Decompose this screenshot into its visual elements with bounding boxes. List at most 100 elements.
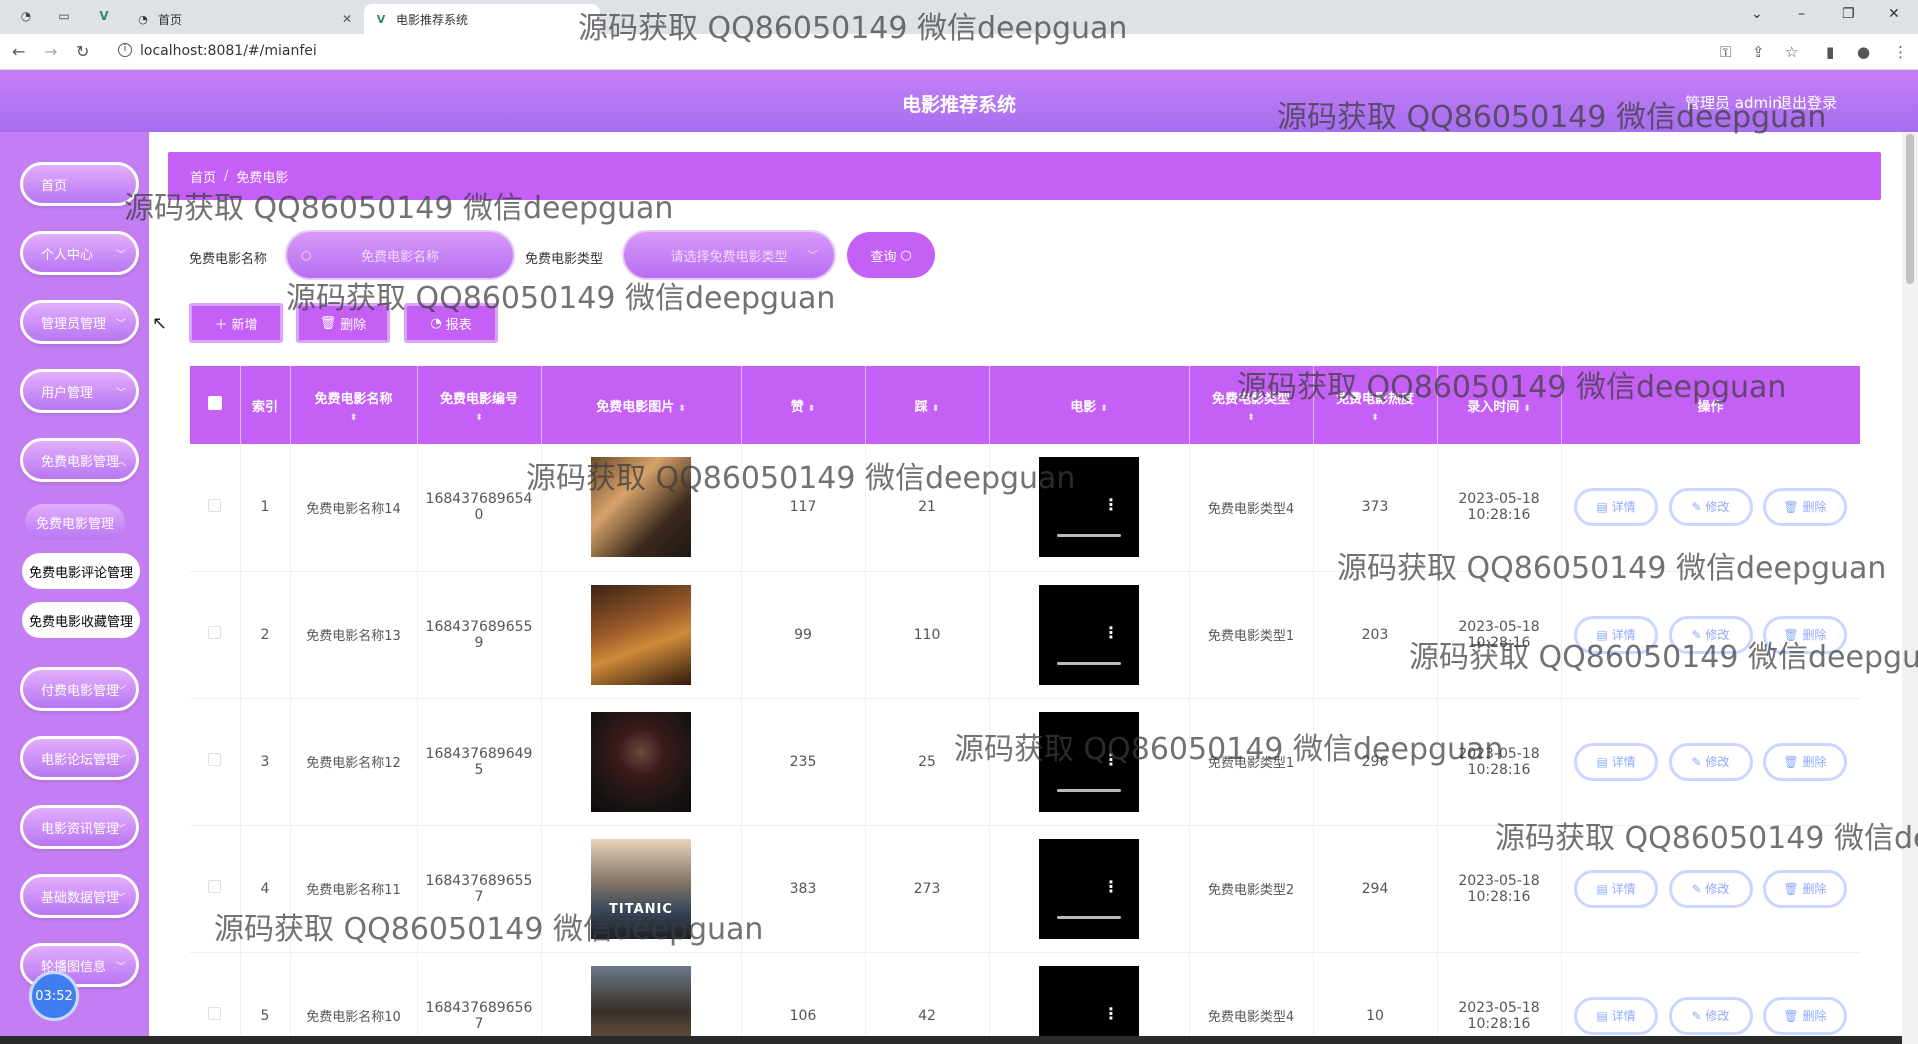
close-window-icon[interactable]: ✕ <box>1888 6 1900 22</box>
restore-icon[interactable]: ❐ <box>1842 6 1855 22</box>
forward-icon[interactable]: → <box>44 42 57 61</box>
minimize-icon[interactable]: – <box>1798 6 1805 22</box>
logout-link[interactable]: 退出登录 <box>1777 92 1837 113</box>
delete-button[interactable]: 🗑 删除 <box>296 303 390 343</box>
col-like[interactable]: 赞 ⬍ <box>741 366 866 444</box>
vertical-scrollbar[interactable] <box>1902 132 1918 1044</box>
menu-icon[interactable]: ⋮ <box>1893 43 1908 61</box>
sort-icon[interactable]: ⬍ <box>291 413 417 423</box>
more-icon[interactable]: ⋮ <box>1103 750 1119 769</box>
sort-icon[interactable]: ⬍ <box>1314 413 1437 423</box>
search-button[interactable]: 查询 ○ <box>847 232 935 278</box>
sidebar-item-news[interactable]: 电影资讯管理 ﹀ <box>20 805 139 849</box>
sidebar-item-forum[interactable]: 电影论坛管理 ﹀ <box>20 736 139 780</box>
browser-tab-home[interactable]: ◔ 首页 ✕ <box>126 4 362 34</box>
video-player[interactable]: ⋮ <box>1039 457 1139 558</box>
more-icon[interactable]: ⋮ <box>1103 877 1119 896</box>
col-clicks[interactable]: 免费电影热度 ⬍ <box>1313 366 1438 444</box>
sidebar-item-home[interactable]: 首页 <box>20 162 139 206</box>
sidebar-item-admins[interactable]: 管理员管理 ﹀ <box>20 300 139 344</box>
back-icon[interactable]: ← <box>12 42 25 61</box>
close-icon[interactable]: ✕ <box>342 12 352 26</box>
sort-icon[interactable]: ⬍ <box>932 404 940 414</box>
row-checkbox[interactable] <box>208 880 222 893</box>
profile-icon[interactable]: ● <box>1857 43 1870 61</box>
vue-pinned-tab-icon[interactable]: V <box>96 8 112 24</box>
detail-button[interactable]: ▤ 详情 <box>1574 869 1659 908</box>
col-code[interactable]: 免费电影编号 ⬍ <box>417 366 542 444</box>
edit-button[interactable]: ✎ 修改 <box>1668 869 1753 908</box>
sort-icon[interactable]: ⬍ <box>678 404 686 414</box>
movie-poster-image[interactable] <box>591 965 691 1044</box>
sidebar-item-paid-movies[interactable]: 付费电影管理 ﹀ <box>20 667 139 711</box>
detail-button[interactable]: ▤ 详情 <box>1574 488 1659 527</box>
row-checkbox[interactable] <box>208 498 222 512</box>
sort-icon[interactable]: ⬍ <box>418 413 541 423</box>
more-icon[interactable]: ⋮ <box>1103 495 1119 514</box>
horizontal-scrollbar[interactable] <box>0 1036 1902 1044</box>
search-name-input[interactable]: ○ 免费电影名称 <box>287 232 513 278</box>
detail-button[interactable]: ▤ 详情 <box>1574 996 1659 1035</box>
info-icon[interactable]: i <box>118 43 132 57</box>
select-all-checkbox[interactable] <box>207 396 222 410</box>
row-delete-button[interactable]: 🗑 删除 <box>1762 869 1847 908</box>
row-select-cell[interactable] <box>190 571 241 699</box>
row-checkbox[interactable] <box>208 1007 222 1020</box>
reload-icon[interactable]: ↻ <box>76 42 89 61</box>
video-progress[interactable] <box>1057 534 1121 538</box>
video-player[interactable]: ⋮ <box>1039 584 1139 685</box>
more-icon[interactable]: ⋮ <box>1103 623 1119 642</box>
col-dislike[interactable]: 踩 ⬍ <box>865 366 990 444</box>
browser-pinned-tab-icon[interactable]: ▭ <box>56 8 72 24</box>
search-type-select[interactable]: 请选择免费电影类型 ﹀ <box>624 232 834 278</box>
sidebar-subitem-free-movie-favorites[interactable]: 免费电影收藏管理 <box>22 602 140 638</box>
detail-button[interactable]: ▤ 详情 <box>1574 742 1659 781</box>
row-delete-button[interactable]: 🗑 删除 <box>1762 996 1847 1035</box>
video-progress[interactable] <box>1057 661 1121 665</box>
row-checkbox[interactable] <box>208 626 222 639</box>
sort-icon[interactable]: ⬍ <box>1523 404 1531 414</box>
more-icon[interactable]: ⋮ <box>1103 1004 1119 1023</box>
col-image[interactable]: 免费电影图片 ⬍ <box>541 366 742 444</box>
edit-button[interactable]: ✎ 修改 <box>1668 615 1753 654</box>
movie-poster-image[interactable] <box>591 584 691 685</box>
sidebar-subitem-free-movie-comments[interactable]: 免费电影评论管理 <box>22 553 140 589</box>
sidebar-item-users[interactable]: 用户管理 ﹀ <box>20 369 139 413</box>
sort-icon[interactable]: ⬍ <box>1190 413 1313 423</box>
edit-button[interactable]: ✎ 修改 <box>1668 996 1753 1035</box>
sidepanel-icon[interactable]: ▮ <box>1826 43 1834 61</box>
bookmark-star-icon[interactable]: ☆ <box>1785 43 1798 61</box>
sort-icon[interactable]: ⬍ <box>1100 404 1108 414</box>
sidebar-item-basic-data[interactable]: 基础数据管理 ﹀ <box>20 874 139 918</box>
row-checkbox[interactable] <box>208 753 222 766</box>
select-all-cell[interactable] <box>190 366 241 444</box>
report-button[interactable]: ◔ 报表 <box>404 303 498 343</box>
video-progress[interactable] <box>1057 915 1121 919</box>
share-icon[interactable]: ⇪ <box>1752 43 1765 61</box>
row-delete-button[interactable]: 🗑 删除 <box>1762 488 1847 527</box>
sidebar-subitem-free-movie-manage[interactable]: 免费电影管理 <box>25 504 125 540</box>
url-field[interactable]: localhost:8081/#/mianfei <box>140 43 317 59</box>
edit-button[interactable]: ✎ 修改 <box>1668 488 1753 527</box>
breadcrumb-home[interactable]: 首页 <box>190 167 216 186</box>
col-name[interactable]: 免费电影名称 ⬍ <box>290 366 418 444</box>
add-button[interactable]: ＋ 新增 <box>189 303 283 343</box>
browser-pinned-tab-icon[interactable]: ◔ <box>18 8 34 24</box>
sort-icon[interactable]: ⬍ <box>808 404 816 414</box>
row-delete-button[interactable]: 🗑 删除 <box>1762 742 1847 781</box>
key-icon[interactable]: ⚿ <box>1720 43 1731 61</box>
row-select-cell[interactable] <box>190 952 241 1044</box>
row-select-cell[interactable] <box>190 444 241 572</box>
detail-button[interactable]: ▤ 详情 <box>1574 615 1659 654</box>
row-select-cell[interactable] <box>190 698 241 826</box>
timer-badge[interactable]: 03:52 <box>29 971 79 1021</box>
tab-list-icon[interactable]: ⌄ <box>1751 6 1763 22</box>
video-player[interactable]: ⋮ <box>1039 838 1139 939</box>
video-progress[interactable] <box>1057 788 1121 792</box>
scrollbar-thumb[interactable] <box>1906 134 1914 284</box>
browser-tab-app[interactable]: V 电影推荐系统 <box>364 4 600 34</box>
edit-button[interactable]: ✎ 修改 <box>1668 742 1753 781</box>
movie-poster-image[interactable] <box>591 711 691 812</box>
col-time[interactable]: 录入时间 ⬍ <box>1437 366 1562 444</box>
movie-poster-image[interactable] <box>591 457 691 558</box>
